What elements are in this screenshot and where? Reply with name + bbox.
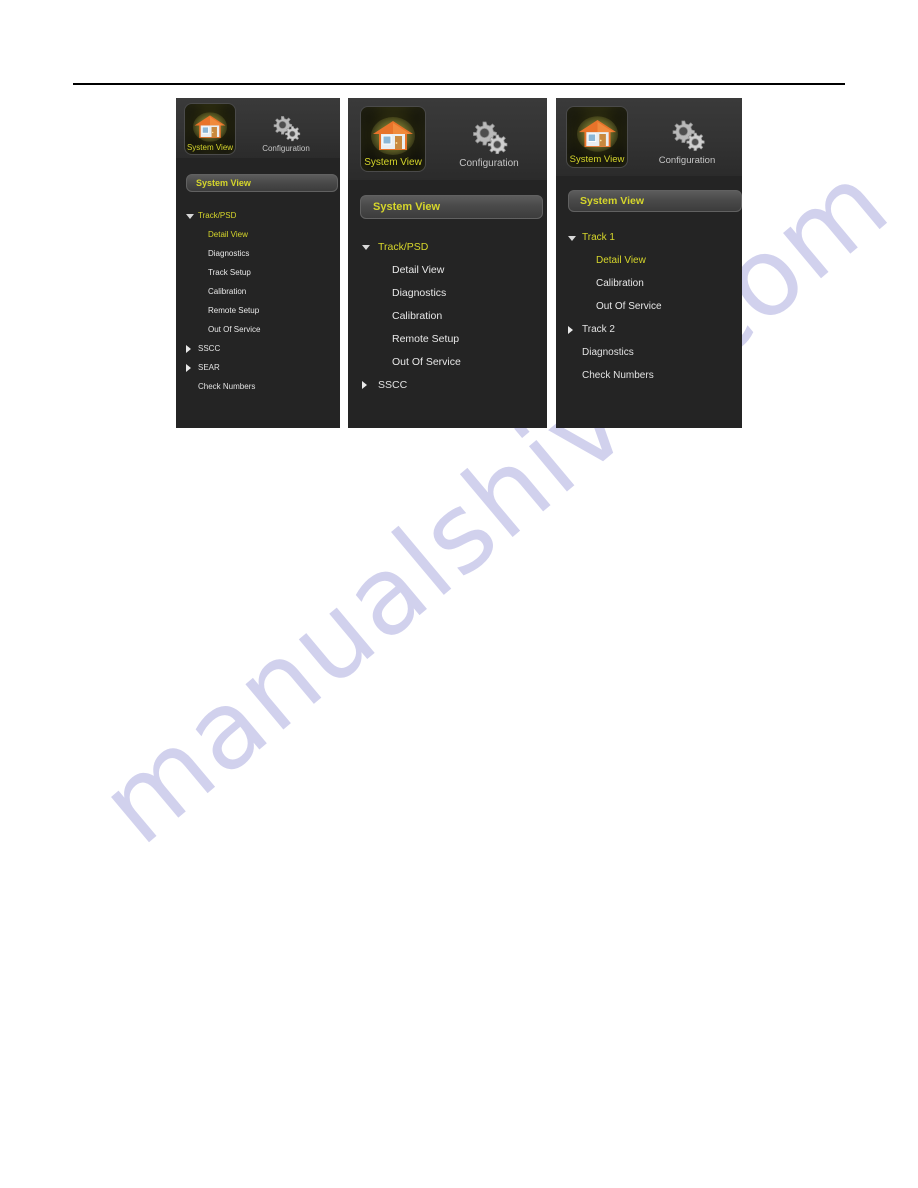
menu-item-track-2[interactable]: Track 2 (556, 318, 742, 341)
toolbar-button-configuration-label: Configuration (459, 158, 519, 169)
menu-item-track-psd[interactable]: Track/PSD (348, 235, 547, 258)
menu-item-sscc[interactable]: SSCC (348, 373, 547, 396)
menu-item-label: Calibration (208, 287, 247, 296)
menu-item-label: Track 2 (582, 324, 615, 335)
gears-icon (667, 117, 708, 153)
menu-item-label: SEAR (198, 363, 220, 372)
menu-item-remote-setup[interactable]: Remote Setup (348, 327, 547, 350)
panel-3-toolbar: System View Configuration (566, 106, 718, 168)
chevron-down-icon[interactable] (186, 211, 198, 221)
section-header-label: System View (196, 178, 251, 188)
menu-item-label: Check Numbers (198, 382, 256, 391)
toolbar-button-configuration-label: Configuration (658, 154, 716, 166)
nav-panel-2: System View Configuration System View Tr… (348, 98, 547, 428)
chevron-down-icon[interactable] (362, 241, 378, 253)
chevron-right-icon[interactable] (568, 324, 582, 336)
panel-1-menu-tree: Track/PSD Detail View Diagnostics Track … (176, 206, 340, 396)
menu-item-label: Out Of Service (596, 301, 662, 312)
panel-3-menu-tree: Track 1 Detail View Calibration Out Of S… (556, 226, 742, 387)
menu-item-label: Calibration (596, 278, 644, 289)
menu-item-label: Detail View (208, 230, 248, 239)
menu-item-out-of-service[interactable]: Out Of Service (556, 295, 742, 318)
menu-item-track-psd[interactable]: Track/PSD (176, 206, 340, 225)
panel-2-menu-tree: Track/PSD Detail View Diagnostics Calibr… (348, 235, 547, 396)
nav-panel-1: System View Configuration System View Tr… (176, 98, 340, 428)
chevron-down-icon[interactable] (568, 232, 582, 244)
menu-item-label: SSCC (378, 378, 408, 391)
toolbar-button-configuration[interactable]: Configuration (456, 106, 522, 172)
chevron-right-icon[interactable] (186, 344, 198, 354)
menu-item-calibration[interactable]: Calibration (556, 272, 742, 295)
menu-item-track-1[interactable]: Track 1 (556, 226, 742, 249)
menu-item-label: Diagnostics (582, 347, 634, 358)
house-icon (371, 117, 415, 155)
toolbar-button-configuration[interactable]: Configuration (260, 103, 312, 155)
panel-2-toolbar: System View Configuration (360, 106, 522, 172)
menu-item-track-setup[interactable]: Track Setup (176, 263, 340, 282)
menu-item-label: Remote Setup (392, 332, 460, 345)
menu-item-diagnostics[interactable]: Diagnostics (176, 244, 340, 263)
menu-item-calibration[interactable]: Calibration (176, 282, 340, 301)
menu-item-label: Detail View (596, 255, 646, 266)
section-header-label: System View (580, 195, 645, 207)
menu-item-label: Track/PSD (378, 240, 429, 253)
menu-item-label: Out Of Service (208, 325, 261, 334)
menu-item-detail-view[interactable]: Detail View (348, 258, 547, 281)
panel-1-toolbar: System View Configuration (184, 103, 312, 155)
section-header-system-view[interactable]: System View (360, 195, 543, 219)
menu-item-label: SSCC (198, 344, 221, 353)
toolbar-button-system-view-label: System View (569, 153, 625, 165)
panel-2-toolbar-header: System View Configuration (348, 98, 547, 180)
menu-item-out-of-service[interactable]: Out Of Service (176, 320, 340, 339)
toolbar-button-system-view-label: System View (364, 157, 422, 168)
toolbar-button-system-view-label: System View (186, 143, 234, 152)
menu-item-label: Track 1 (582, 232, 615, 243)
menu-item-label: Check Numbers (582, 370, 654, 381)
menu-item-check-numbers[interactable]: Check Numbers (176, 377, 340, 396)
menu-item-diagnostics[interactable]: Diagnostics (556, 341, 742, 364)
chevron-right-icon[interactable] (186, 363, 198, 373)
menu-item-sear[interactable]: SEAR (176, 358, 340, 377)
toolbar-button-configuration[interactable]: Configuration (656, 106, 718, 168)
menu-item-label: Diagnostics (208, 249, 250, 258)
menu-item-check-numbers[interactable]: Check Numbers (556, 364, 742, 387)
menu-item-label: Diagnostics (392, 286, 447, 299)
section-header-system-view[interactable]: System View (186, 174, 338, 192)
menu-item-sscc[interactable]: SSCC (176, 339, 340, 358)
menu-item-label: Detail View (392, 263, 445, 276)
nav-panel-3: System View Configuration System View Tr… (556, 98, 742, 428)
panel-1-body: System View Track/PSD Detail View Diagno… (176, 174, 340, 396)
menu-item-label: Track/PSD (198, 211, 237, 220)
section-header-label: System View (373, 201, 441, 213)
menu-item-detail-view[interactable]: Detail View (176, 225, 340, 244)
panel-2-body: System View Track/PSD Detail View Diagno… (348, 195, 547, 396)
panel-3-body: System View Track 1 Detail View Calibrat… (556, 190, 742, 387)
menu-item-label: Out Of Service (392, 355, 461, 368)
toolbar-button-configuration-label: Configuration (262, 144, 310, 153)
menu-item-detail-view[interactable]: Detail View (556, 249, 742, 272)
toolbar-button-system-view[interactable]: System View (566, 106, 628, 168)
panel-3-toolbar-header: System View Configuration (556, 98, 742, 176)
panel-1-toolbar-header: System View Configuration (176, 98, 340, 158)
toolbar-button-system-view[interactable]: System View (184, 103, 236, 155)
house-icon (193, 112, 227, 142)
menu-item-diagnostics[interactable]: Diagnostics (348, 281, 547, 304)
menu-item-calibration[interactable]: Calibration (348, 304, 547, 327)
toolbar-button-system-view[interactable]: System View (360, 106, 426, 172)
menu-item-label: Calibration (392, 309, 443, 322)
house-icon (576, 115, 618, 152)
chevron-right-icon[interactable] (362, 379, 378, 391)
menu-item-label: Track Setup (208, 268, 251, 277)
menu-item-remote-setup[interactable]: Remote Setup (176, 301, 340, 320)
gears-icon (467, 118, 511, 156)
section-header-system-view[interactable]: System View (568, 190, 742, 212)
menu-item-label: Remote Setup (208, 306, 260, 315)
header-divider-rule (73, 83, 845, 85)
gears-icon (269, 113, 303, 143)
menu-item-out-of-service[interactable]: Out Of Service (348, 350, 547, 373)
